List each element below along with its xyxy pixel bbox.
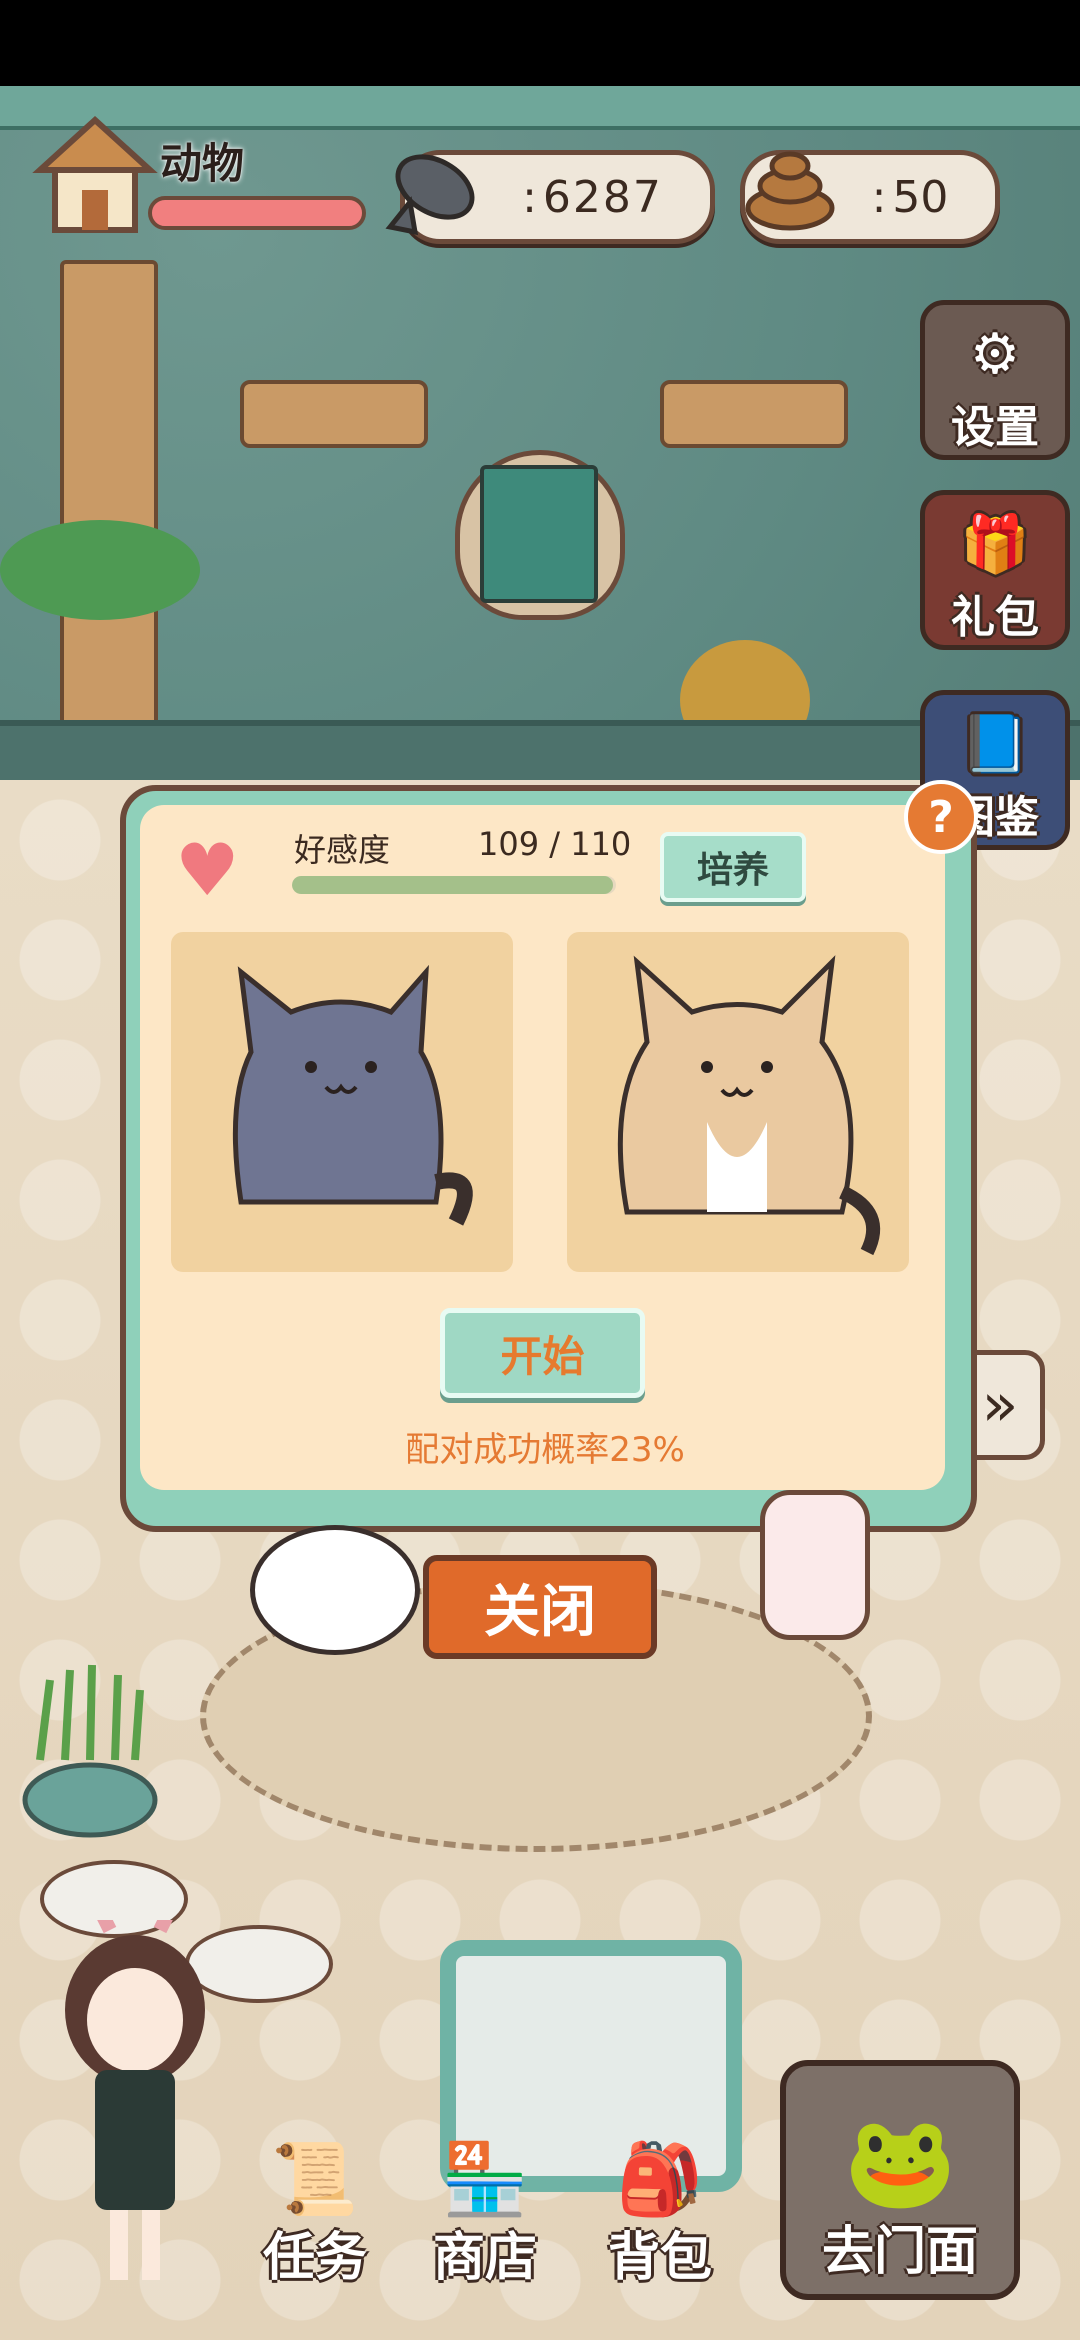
wall-shelf (240, 380, 428, 448)
settings-button[interactable]: ⚙ 设置 (920, 300, 1070, 460)
fish-icon (380, 132, 490, 242)
task-scroll-icon: 📜 (271, 2138, 359, 2220)
hanging-plant (0, 520, 200, 620)
storefront-label: 去门面 (821, 2222, 978, 2282)
poop-prefix: : (871, 171, 887, 223)
cat-slot-left[interactable] (171, 932, 513, 1272)
status-bar (0, 0, 1080, 86)
help-button[interactable]: ? (904, 780, 978, 854)
white-kitten (250, 1525, 420, 1655)
bag-button[interactable]: 🎒 背包 (595, 2138, 725, 2290)
affinity-value: 109 / 110 (478, 825, 632, 863)
task-label: 任务 (262, 2228, 367, 2288)
poop-icon (735, 128, 845, 238)
bag-label: 背包 (607, 2228, 712, 2288)
start-button[interactable]: 开始 (440, 1308, 645, 1398)
house-icon[interactable] (30, 110, 160, 240)
gift-pack-button[interactable]: 🎁 礼包 (920, 490, 1070, 650)
grass-pot (20, 1660, 160, 1840)
chevron-right-icon: » (981, 1370, 1019, 1440)
gear-icon: ⚙ (969, 322, 1021, 387)
fish-prefix: : (522, 171, 537, 223)
poop-count: 50 (892, 171, 949, 223)
animal-label: 动物 (160, 139, 245, 188)
go-to-storefront-button[interactable]: 🐸 去门面 (780, 2060, 1020, 2300)
affinity-bar (292, 876, 616, 894)
backpack-icon: 🎒 (616, 2138, 704, 2220)
settings-label: 设置 (951, 402, 1039, 453)
gift-icon: 🎁 (960, 512, 1030, 577)
shop-button[interactable]: 🏪 商店 (420, 2138, 550, 2290)
cat-tree-post (60, 260, 158, 768)
tan-cat-icon (617, 955, 881, 1256)
milk-bottle-icon (760, 1490, 870, 1640)
fish-count: 6287 (542, 171, 663, 223)
wall-curtain (0, 86, 1080, 130)
affinity-label: 好感度 (294, 831, 391, 869)
storefront-icon: 🐸 (843, 2110, 957, 2215)
cat-slot-right[interactable] (567, 932, 909, 1272)
heart-icon: ♥ (175, 828, 240, 912)
affinity-bar-fill (292, 876, 614, 894)
animal-progress-bar (148, 196, 366, 230)
gift-pack-label: 礼包 (951, 592, 1039, 643)
book-icon: 📘 (960, 712, 1030, 777)
question-icon: ? (928, 791, 954, 843)
shop-awning-icon: 🏪 (441, 2138, 529, 2220)
album-book (480, 465, 598, 603)
close-button[interactable]: 关闭 (423, 1555, 657, 1659)
wall-shelf (660, 380, 848, 448)
train-button[interactable]: 培养 (660, 832, 806, 902)
task-button[interactable]: 📜 任务 (250, 2138, 380, 2290)
pair-success-rate: 配对成功概率23% (405, 1430, 685, 1470)
shop-label: 商店 (432, 2228, 537, 2288)
gray-cat-icon (232, 964, 473, 1226)
shopkeeper-girl (40, 1906, 230, 2300)
